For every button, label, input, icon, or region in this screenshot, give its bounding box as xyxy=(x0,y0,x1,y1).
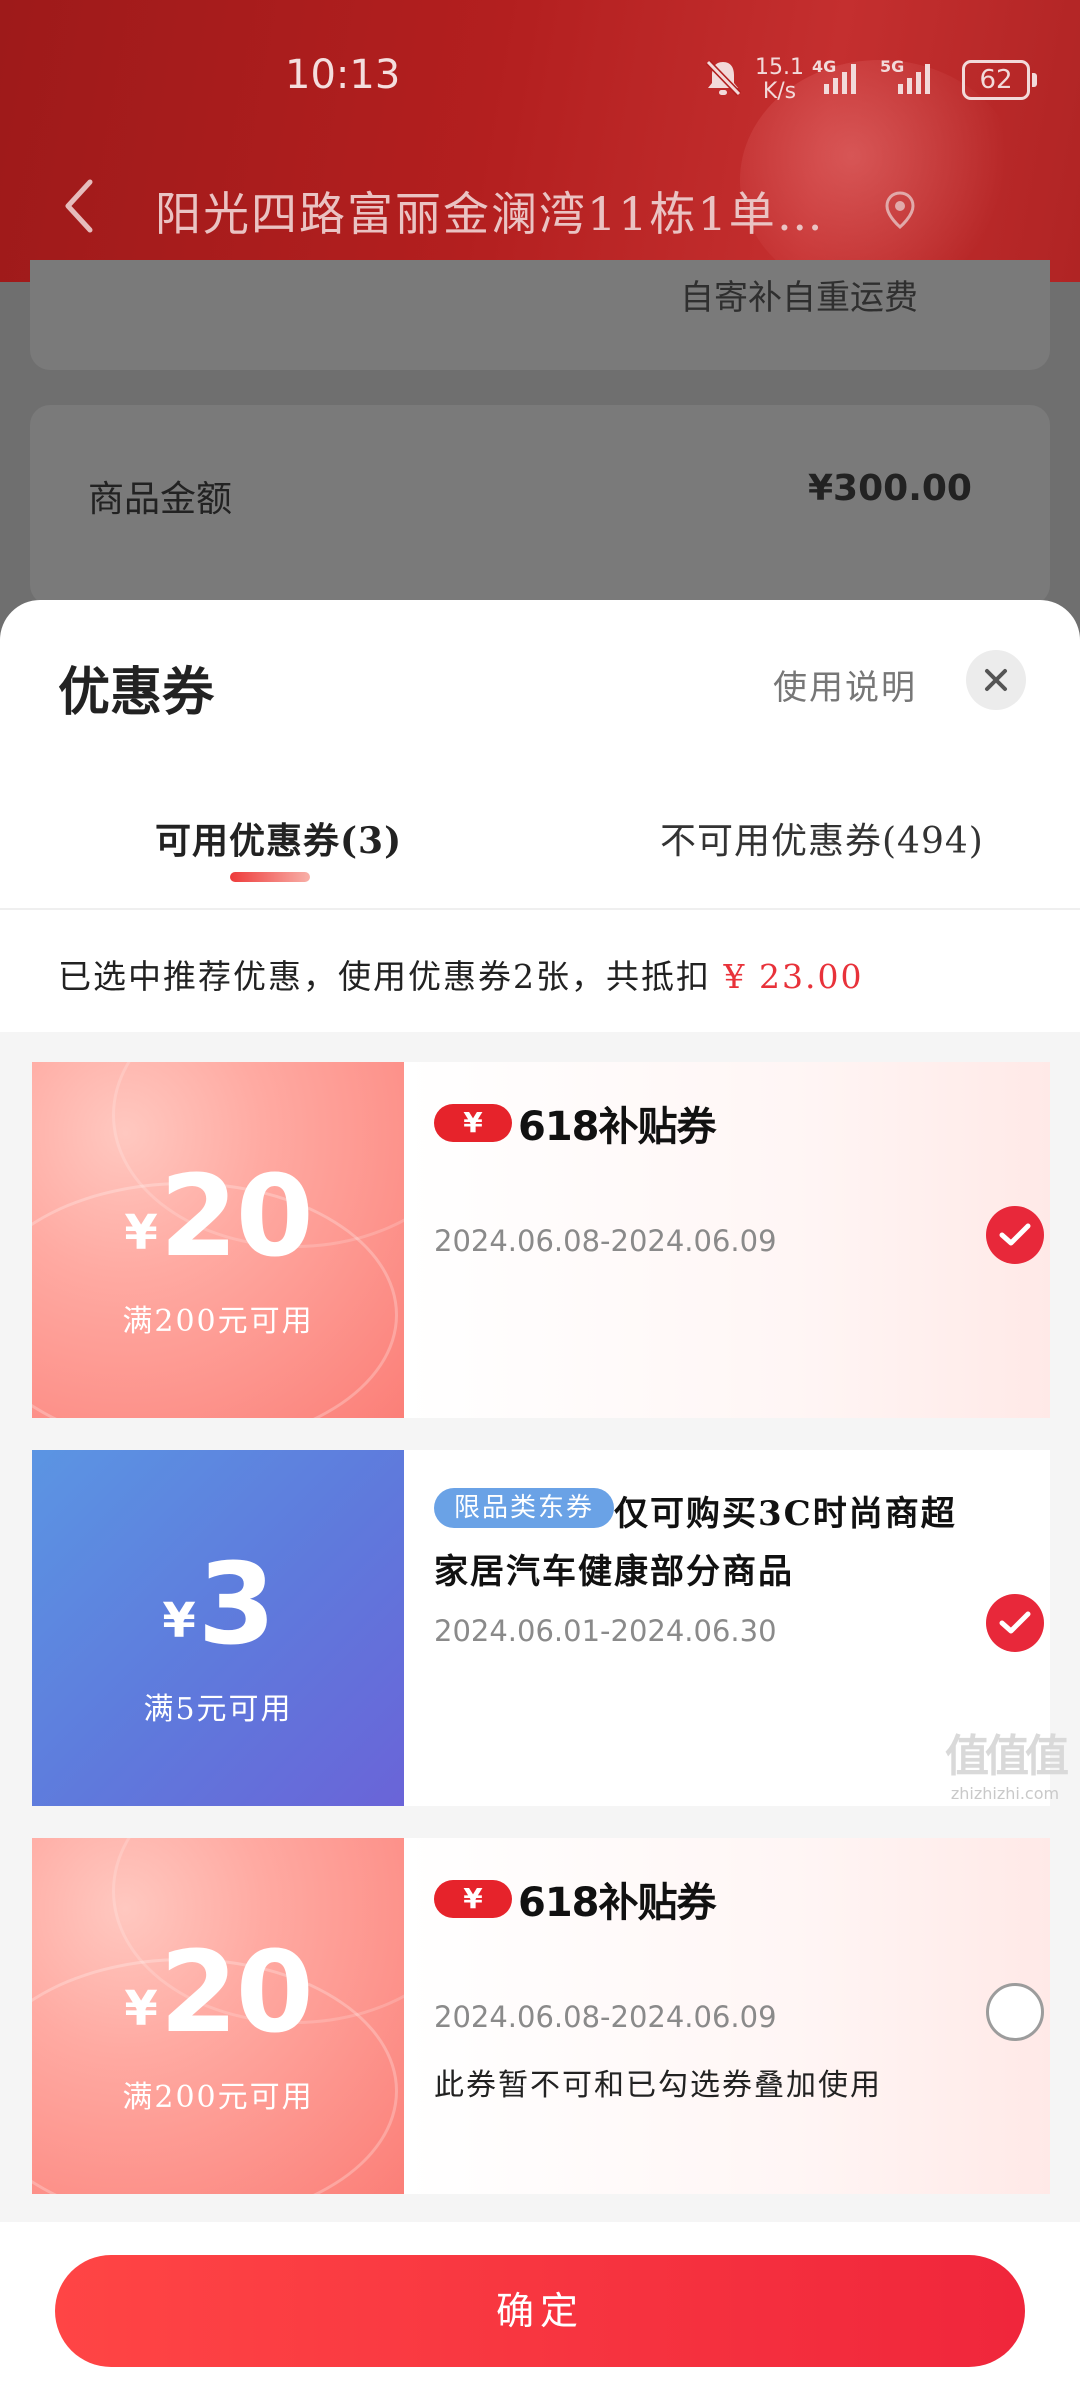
coupon-info: ¥618补贴券 2024.06.08-2024.06.09 xyxy=(404,1062,1050,1418)
coupon-validity: 2024.06.01-2024.06.30 xyxy=(434,1614,777,1648)
coupon-amount: ¥3 xyxy=(162,1540,275,1670)
coupon-select-checkbox[interactable] xyxy=(986,1594,1044,1652)
signal-4g-icon: 4G xyxy=(812,57,872,100)
divider xyxy=(0,908,1080,910)
svg-text:4G: 4G xyxy=(812,58,836,76)
close-button[interactable] xyxy=(966,650,1026,710)
coupon-card[interactable]: ¥20 满200元可用 ¥618补贴券 2024.06.08-2024.06.0… xyxy=(32,1062,1050,1418)
battery-indicator: 62 xyxy=(962,60,1037,100)
close-icon xyxy=(985,669,1007,691)
selection-summary: 已选中推荐优惠，使用优惠券2张，共抵扣 ¥ 23.00 xyxy=(58,950,863,998)
coupon-validity: 2024.06.08-2024.06.09 xyxy=(434,1224,777,1258)
back-icon[interactable] xyxy=(58,176,98,236)
check-icon xyxy=(999,1611,1031,1634)
coupon-card[interactable]: ¥20 满200元可用 ¥618补贴券 2024.06.08-2024.06.0… xyxy=(32,1838,1050,2194)
coupon-condition: 满200元可用 xyxy=(122,2080,314,2115)
coupon-info: ¥618补贴券 2024.06.08-2024.06.09 此券暂不可和已勾选券… xyxy=(404,1838,1050,2194)
coupon-scope-line2: 家居汽车健康部分商品 xyxy=(434,1552,794,1592)
summary-text: 已选中推荐优惠，使用优惠券2张，共抵扣 xyxy=(58,957,711,996)
bell-muted-icon xyxy=(705,58,742,102)
coupon-condition: 满5元可用 xyxy=(143,1692,293,1727)
watermark: 值值值 zhizhizhi.com xyxy=(935,1720,1075,1803)
coupon-value-panel: ¥20 满200元可用 xyxy=(32,1062,404,1418)
network-speed: 15.1 K/s xyxy=(755,55,804,104)
coupon-card[interactable]: ¥3 满5元可用 限品类东券 仅可购买3C时尚商超 家居汽车健康部分商品 202… xyxy=(32,1450,1050,1806)
signal-5g-icon: 5G xyxy=(880,57,950,100)
check-icon xyxy=(999,1223,1031,1246)
sheet-title: 优惠券 xyxy=(58,662,215,723)
coupon-select-checkbox[interactable] xyxy=(986,1206,1044,1264)
category-coupon-badge: 限品类东券 xyxy=(434,1488,615,1528)
coupon-sheet: 优惠券 使用说明 可用优惠券(3) 不可用优惠券(494) 已选中推荐优惠，使用… xyxy=(0,600,1080,2400)
coupon-618-badge: ¥618补贴券 xyxy=(434,1094,716,1150)
coupon-validity: 2024.06.08-2024.06.09 xyxy=(434,2000,777,2034)
coupon-stacking-note: 此券暂不可和已勾选券叠加使用 xyxy=(434,2068,882,2103)
summary-discount-amount: ¥ 23.00 xyxy=(723,957,864,996)
goods-amount-label: 商品金额 xyxy=(88,479,233,520)
confirm-button[interactable]: 确定 xyxy=(55,2255,1025,2367)
coupon-value-panel: ¥20 满200元可用 xyxy=(32,1838,404,2194)
status-time: 10:13 xyxy=(285,52,401,98)
svg-text:5G: 5G xyxy=(880,58,904,76)
goods-amount-value: ¥300.00 xyxy=(808,468,972,509)
coupon-select-checkbox[interactable] xyxy=(986,1983,1044,2041)
coupon-618-badge: ¥618补贴券 xyxy=(434,1870,716,1926)
coupon-scope-line1: 仅可购买3C时尚商超 xyxy=(614,1494,957,1534)
active-tab-indicator xyxy=(230,872,310,882)
top-header: 10:13 15.1 K/s 4G 5G 62 阳光四路富丽金澜湾11栋1单… xyxy=(0,0,1080,282)
coupon-list: ¥20 满200元可用 ¥618补贴券 2024.06.08-2024.06.0… xyxy=(0,1032,1080,2222)
coupon-value-panel: ¥3 满5元可用 xyxy=(32,1450,404,1806)
tab-available-coupons[interactable]: 可用优惠券(3) xyxy=(155,812,402,864)
shipping-note: 自寄补自重运费 xyxy=(680,278,918,318)
coupon-amount: ¥20 xyxy=(124,1928,313,2058)
usage-instructions-link[interactable]: 使用说明 xyxy=(773,660,917,709)
coupon-amount: ¥20 xyxy=(124,1152,313,1282)
coupon-condition: 满200元可用 xyxy=(122,1304,314,1339)
delivery-address[interactable]: 阳光四路富丽金澜湾11栋1单… xyxy=(155,178,855,244)
watermark-logo: 值值值 xyxy=(945,1731,1069,1782)
watermark-url: zhizhizhi.com xyxy=(950,1784,1060,1803)
location-pin-icon[interactable] xyxy=(882,190,918,234)
tab-unavailable-coupons[interactable]: 不可用优惠券(494) xyxy=(660,812,984,864)
